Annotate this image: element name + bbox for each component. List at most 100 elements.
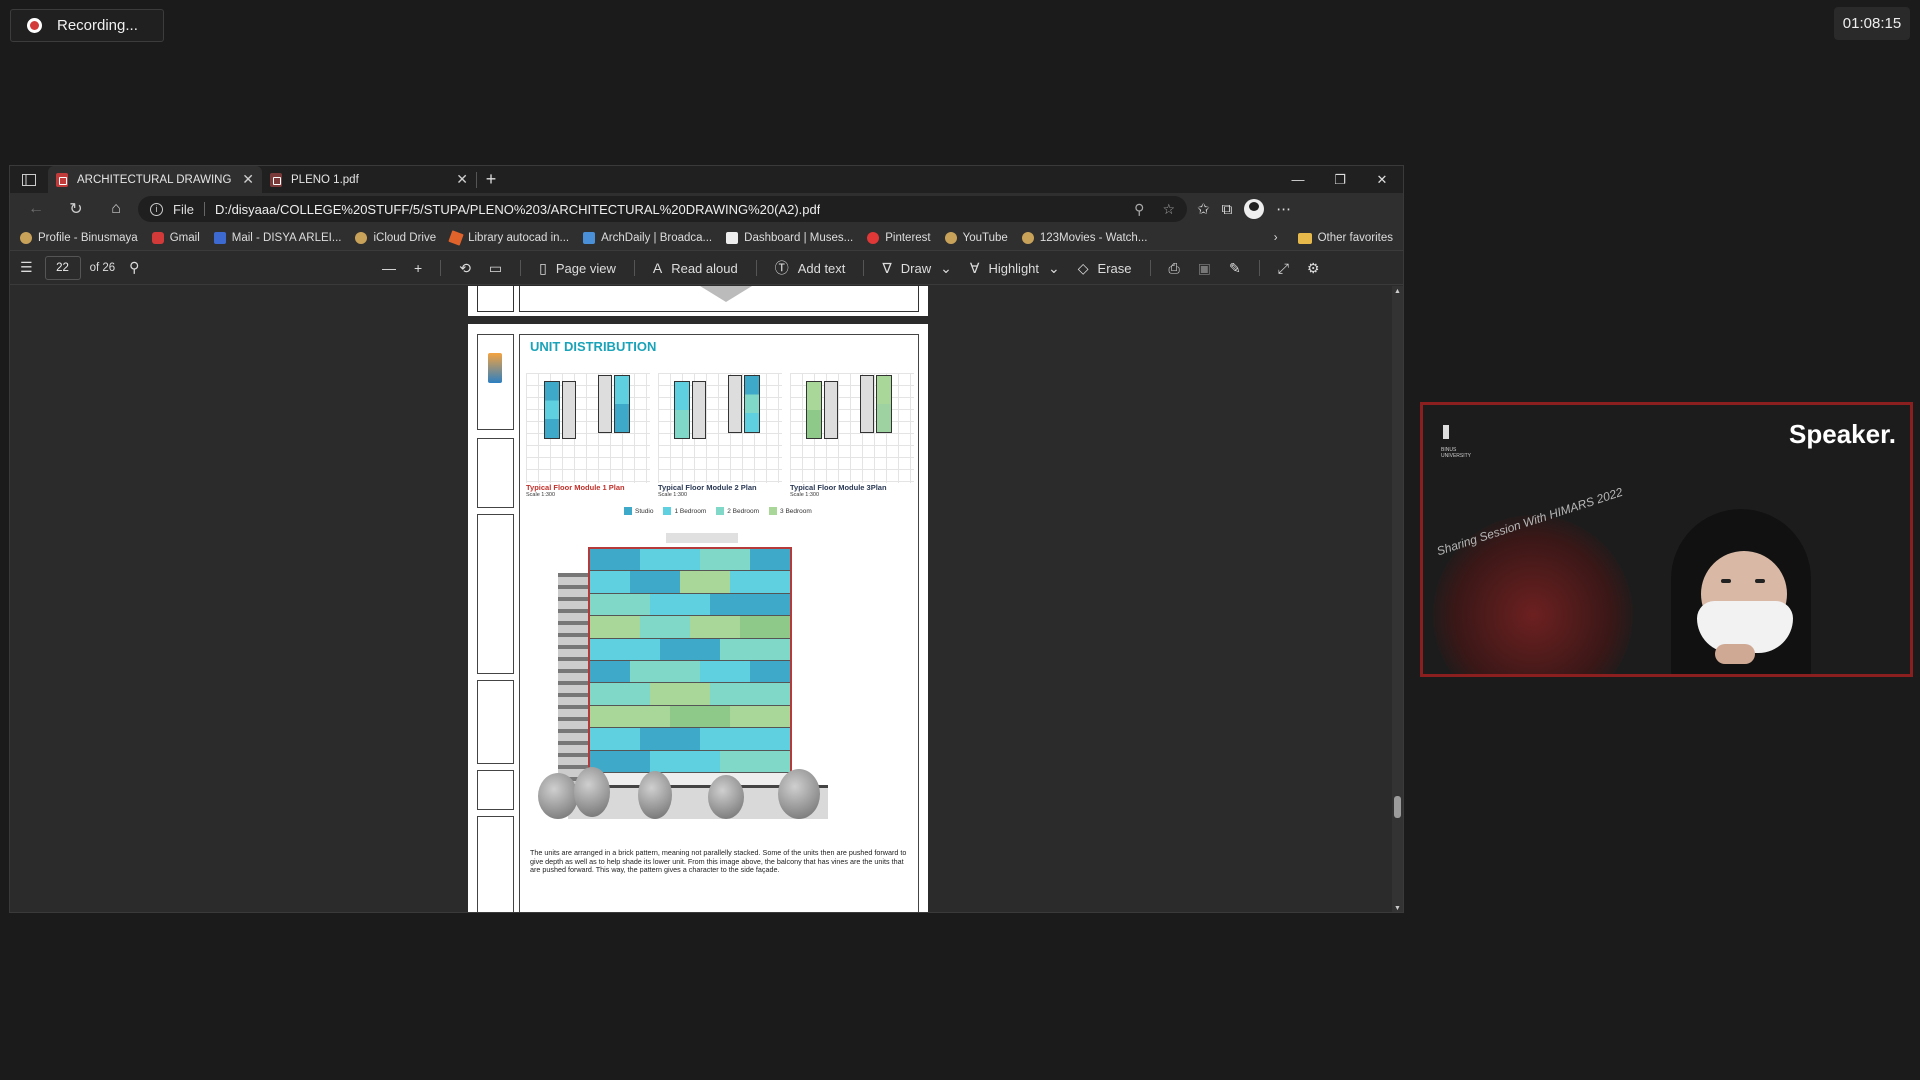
- favorites-icon[interactable]: ✩: [1197, 200, 1210, 218]
- draw-button[interactable]: ∇ Draw ⌄: [882, 260, 951, 277]
- building-elevation: [528, 523, 912, 823]
- chevron-down-icon[interactable]: ⌄: [940, 260, 952, 277]
- info-icon[interactable]: i: [150, 202, 163, 216]
- plan-caption: Typical Floor Module 3Plan: [790, 483, 887, 492]
- read-aloud-button[interactable]: A Read aloud: [653, 260, 738, 276]
- hand: [1715, 644, 1755, 664]
- read-aloud-label: Read aloud: [671, 260, 738, 276]
- favorite-label: Mail - DISYA ARLEI...: [231, 231, 342, 244]
- save-as-icon[interactable]: ✎: [1229, 260, 1241, 277]
- speaker-person: [1651, 509, 1851, 674]
- toolbar-divider: [755, 260, 757, 276]
- favorite-label: iCloud Drive: [373, 231, 437, 244]
- url-text[interactable]: D:/disyaaa/COLLEGE%20STUFF/5/STUPA/PLENO…: [215, 202, 820, 217]
- minimize-button[interactable]: —: [1277, 166, 1319, 193]
- zoom-icon[interactable]: ⚲: [1134, 201, 1144, 218]
- pdf-toolbar: ☰ 22 of 26 ⚲ — + ⟲ ▭ ▯ Page view A Read al…: [10, 251, 1403, 285]
- rotate-icon[interactable]: ⟲: [459, 260, 471, 277]
- favorite-label: Pinterest: [885, 231, 931, 244]
- highlight-button[interactable]: ∀ Highlight ⌄: [970, 260, 1060, 277]
- add-text-button[interactable]: Ⓣ Add text: [775, 258, 846, 278]
- favorite-pinterest[interactable]: Pinterest: [867, 231, 931, 244]
- tab-architectural-drawing[interactable]: ARCHITECTURAL DRAWING (A2) ✕: [48, 166, 262, 193]
- legend-item: 3 Bedroom: [769, 507, 812, 515]
- vertical-scrollbar[interactable]: ▲ ▼: [1392, 286, 1403, 912]
- fullscreen-icon[interactable]: ⤢: [1278, 260, 1289, 277]
- page-number-input[interactable]: 22: [44, 255, 81, 280]
- plan-caption: Typical Floor Module 2 Plan: [658, 483, 757, 492]
- favorite-mail[interactable]: Mail - DISYA ARLEI...: [213, 231, 342, 244]
- binus-logo: BINUS UNIVERSITY: [1441, 425, 1485, 463]
- tree-icon: [638, 771, 672, 819]
- erase-button[interactable]: ◇ Erase: [1078, 260, 1132, 277]
- pdf-page-current: UNIT DISTRIBUTION Typical Floor Module 1…: [468, 324, 928, 912]
- favorite-archdaily[interactable]: ArchDaily | Broadca...: [583, 231, 713, 244]
- scroll-down-icon[interactable]: ▼: [1392, 905, 1403, 912]
- stair-core: [558, 573, 590, 783]
- tab-title: PLENO 1.pdf: [291, 173, 359, 186]
- collections-icon[interactable]: ⧉: [1222, 201, 1233, 218]
- drawing-title: UNIT DISTRIBUTION: [530, 339, 657, 354]
- favorite-dashboard[interactable]: Dashboard | Muses...: [726, 231, 854, 244]
- legend-item: 1 Bedroom: [663, 507, 706, 515]
- floor-row: [590, 638, 790, 662]
- title-block: [477, 286, 514, 312]
- tab-pleno[interactable]: PLENO 1.pdf ✕: [262, 166, 476, 193]
- toolbar-divider: [1149, 260, 1151, 276]
- fit-page-icon[interactable]: ▭: [489, 260, 502, 277]
- favorites-overflow-chevron-icon[interactable]: ›: [1274, 232, 1278, 244]
- close-window-button[interactable]: ✕: [1361, 166, 1403, 193]
- favorite-123movies[interactable]: 123Movies - Watch...: [1021, 231, 1147, 244]
- logo-text: BINUS UNIVERSITY: [1441, 447, 1472, 459]
- other-favorites-folder[interactable]: Other favorites: [1297, 232, 1393, 244]
- zoom-out-icon[interactable]: —: [382, 260, 396, 276]
- page-view-button[interactable]: ▯ Page view: [539, 260, 616, 277]
- speaker-video-tile[interactable]: BINUS UNIVERSITY Sharing Session With HI…: [1420, 402, 1913, 677]
- toolbar-divider: [863, 260, 865, 276]
- tree-icon: [538, 773, 578, 819]
- recording-indicator[interactable]: Recording...: [10, 9, 164, 42]
- scroll-up-icon[interactable]: ▲: [1392, 288, 1403, 295]
- text-box-icon: Ⓣ: [774, 260, 789, 276]
- table-of-contents-icon[interactable]: ☰: [20, 259, 33, 276]
- unit-block: [860, 375, 874, 433]
- back-button[interactable]: ←: [18, 195, 54, 223]
- close-tab-icon[interactable]: ✕: [456, 171, 468, 188]
- restore-button[interactable]: ❐: [1319, 166, 1361, 193]
- refresh-button[interactable]: ↻: [58, 195, 94, 223]
- favorite-label: Dashboard | Muses...: [744, 231, 854, 244]
- chevron-down-icon[interactable]: ⌄: [1048, 260, 1060, 277]
- roof-structure: [666, 533, 738, 543]
- pdf-viewer-area[interactable]: UNIT DISTRIBUTION Typical Floor Module 1…: [10, 286, 1394, 912]
- read-aloud-icon: A: [652, 260, 663, 276]
- revision-block: [477, 816, 514, 912]
- favorite-binusmaya[interactable]: Profile - Binusmaya: [20, 231, 138, 244]
- eye: [1755, 579, 1765, 583]
- floor-row: [590, 616, 790, 639]
- favorite-label: ArchDaily | Broadca...: [601, 231, 713, 244]
- home-button[interactable]: ⌂: [98, 195, 134, 223]
- print-icon[interactable]: ⎙: [1169, 260, 1180, 277]
- scrollbar-thumb[interactable]: [1394, 796, 1401, 818]
- settings-gear-icon[interactable]: ⚙: [1307, 260, 1320, 277]
- pdf-page-previous: [468, 286, 928, 316]
- search-icon[interactable]: ⚲: [129, 259, 139, 276]
- new-tab-button[interactable]: +: [477, 166, 505, 193]
- recording-label: Recording...: [57, 17, 138, 34]
- tab-actions-icon[interactable]: [10, 166, 48, 193]
- add-favorite-icon[interactable]: ☆: [1162, 201, 1175, 218]
- profile-avatar[interactable]: [1244, 199, 1265, 219]
- author-block: [477, 680, 514, 764]
- favorite-icloud[interactable]: iCloud Drive: [355, 231, 437, 244]
- zoom-in-icon[interactable]: +: [414, 260, 422, 276]
- save-icon[interactable]: ▣: [1198, 260, 1211, 277]
- more-menu-icon[interactable]: ⋯: [1276, 200, 1291, 218]
- close-tab-icon[interactable]: ✕: [242, 171, 254, 188]
- unit-block: [598, 375, 612, 433]
- favorite-youtube[interactable]: YouTube: [944, 231, 1008, 244]
- favorite-autocad[interactable]: Library autocad in...: [448, 229, 569, 246]
- draw-label: Draw: [900, 260, 932, 276]
- logo-block: [477, 334, 514, 430]
- favorite-gmail[interactable]: Gmail: [151, 231, 200, 244]
- address-bar[interactable]: i File D:/disyaaa/COLLEGE%20STUFF/5/STUP…: [138, 196, 1187, 222]
